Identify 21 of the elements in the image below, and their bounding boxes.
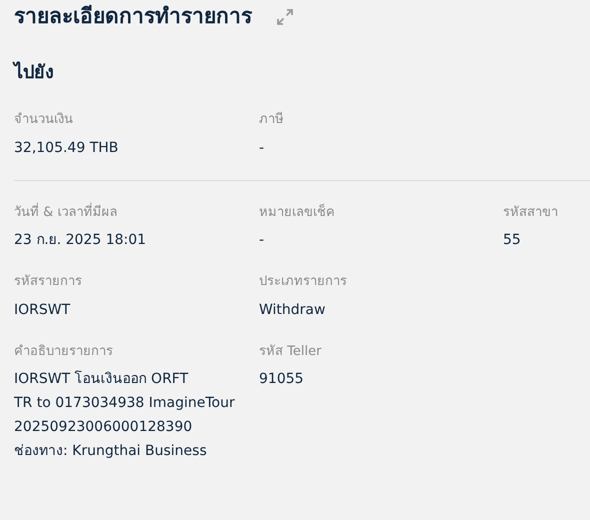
field-label: รหัสสาขา — [503, 204, 559, 222]
section-heading: ไปยัง — [14, 60, 55, 86]
field-value: 32,105.49 THB — [14, 138, 120, 158]
field-value: - — [259, 138, 266, 158]
field-value: 55 — [503, 231, 522, 250]
field-label: ภาษี — [259, 110, 285, 130]
field-label: รหัสรายการ — [14, 273, 83, 292]
field-label: คำอธิบายรายการ — [14, 342, 114, 361]
field-value: 23 ก.ย. 2025 18:01 — [14, 231, 148, 250]
field-label: หมายเลขเช็ค — [259, 202, 336, 222]
field-label: ประเภทรายการ — [259, 273, 348, 292]
expand-icon[interactable] — [276, 8, 294, 26]
field-value: 91055 — [259, 370, 305, 390]
field-label: รหัส Teller — [259, 342, 322, 361]
field-value: - — [259, 231, 266, 250]
field-value: IORSWT โอนเงินออก ORFT TR to 0173034938 ImagineTour 20250923006000128390 ช่องทาง: Krungthai Business — [14, 370, 236, 462]
page-title: รายละเอียดการทำรายการ — [14, 4, 252, 30]
field-label: วันที่ & เวลาที่มีผล — [14, 202, 118, 222]
field-value: Withdraw — [259, 300, 326, 320]
field-value: IORSWT — [14, 300, 72, 320]
field-label: จำนวนเงิน — [14, 111, 74, 130]
